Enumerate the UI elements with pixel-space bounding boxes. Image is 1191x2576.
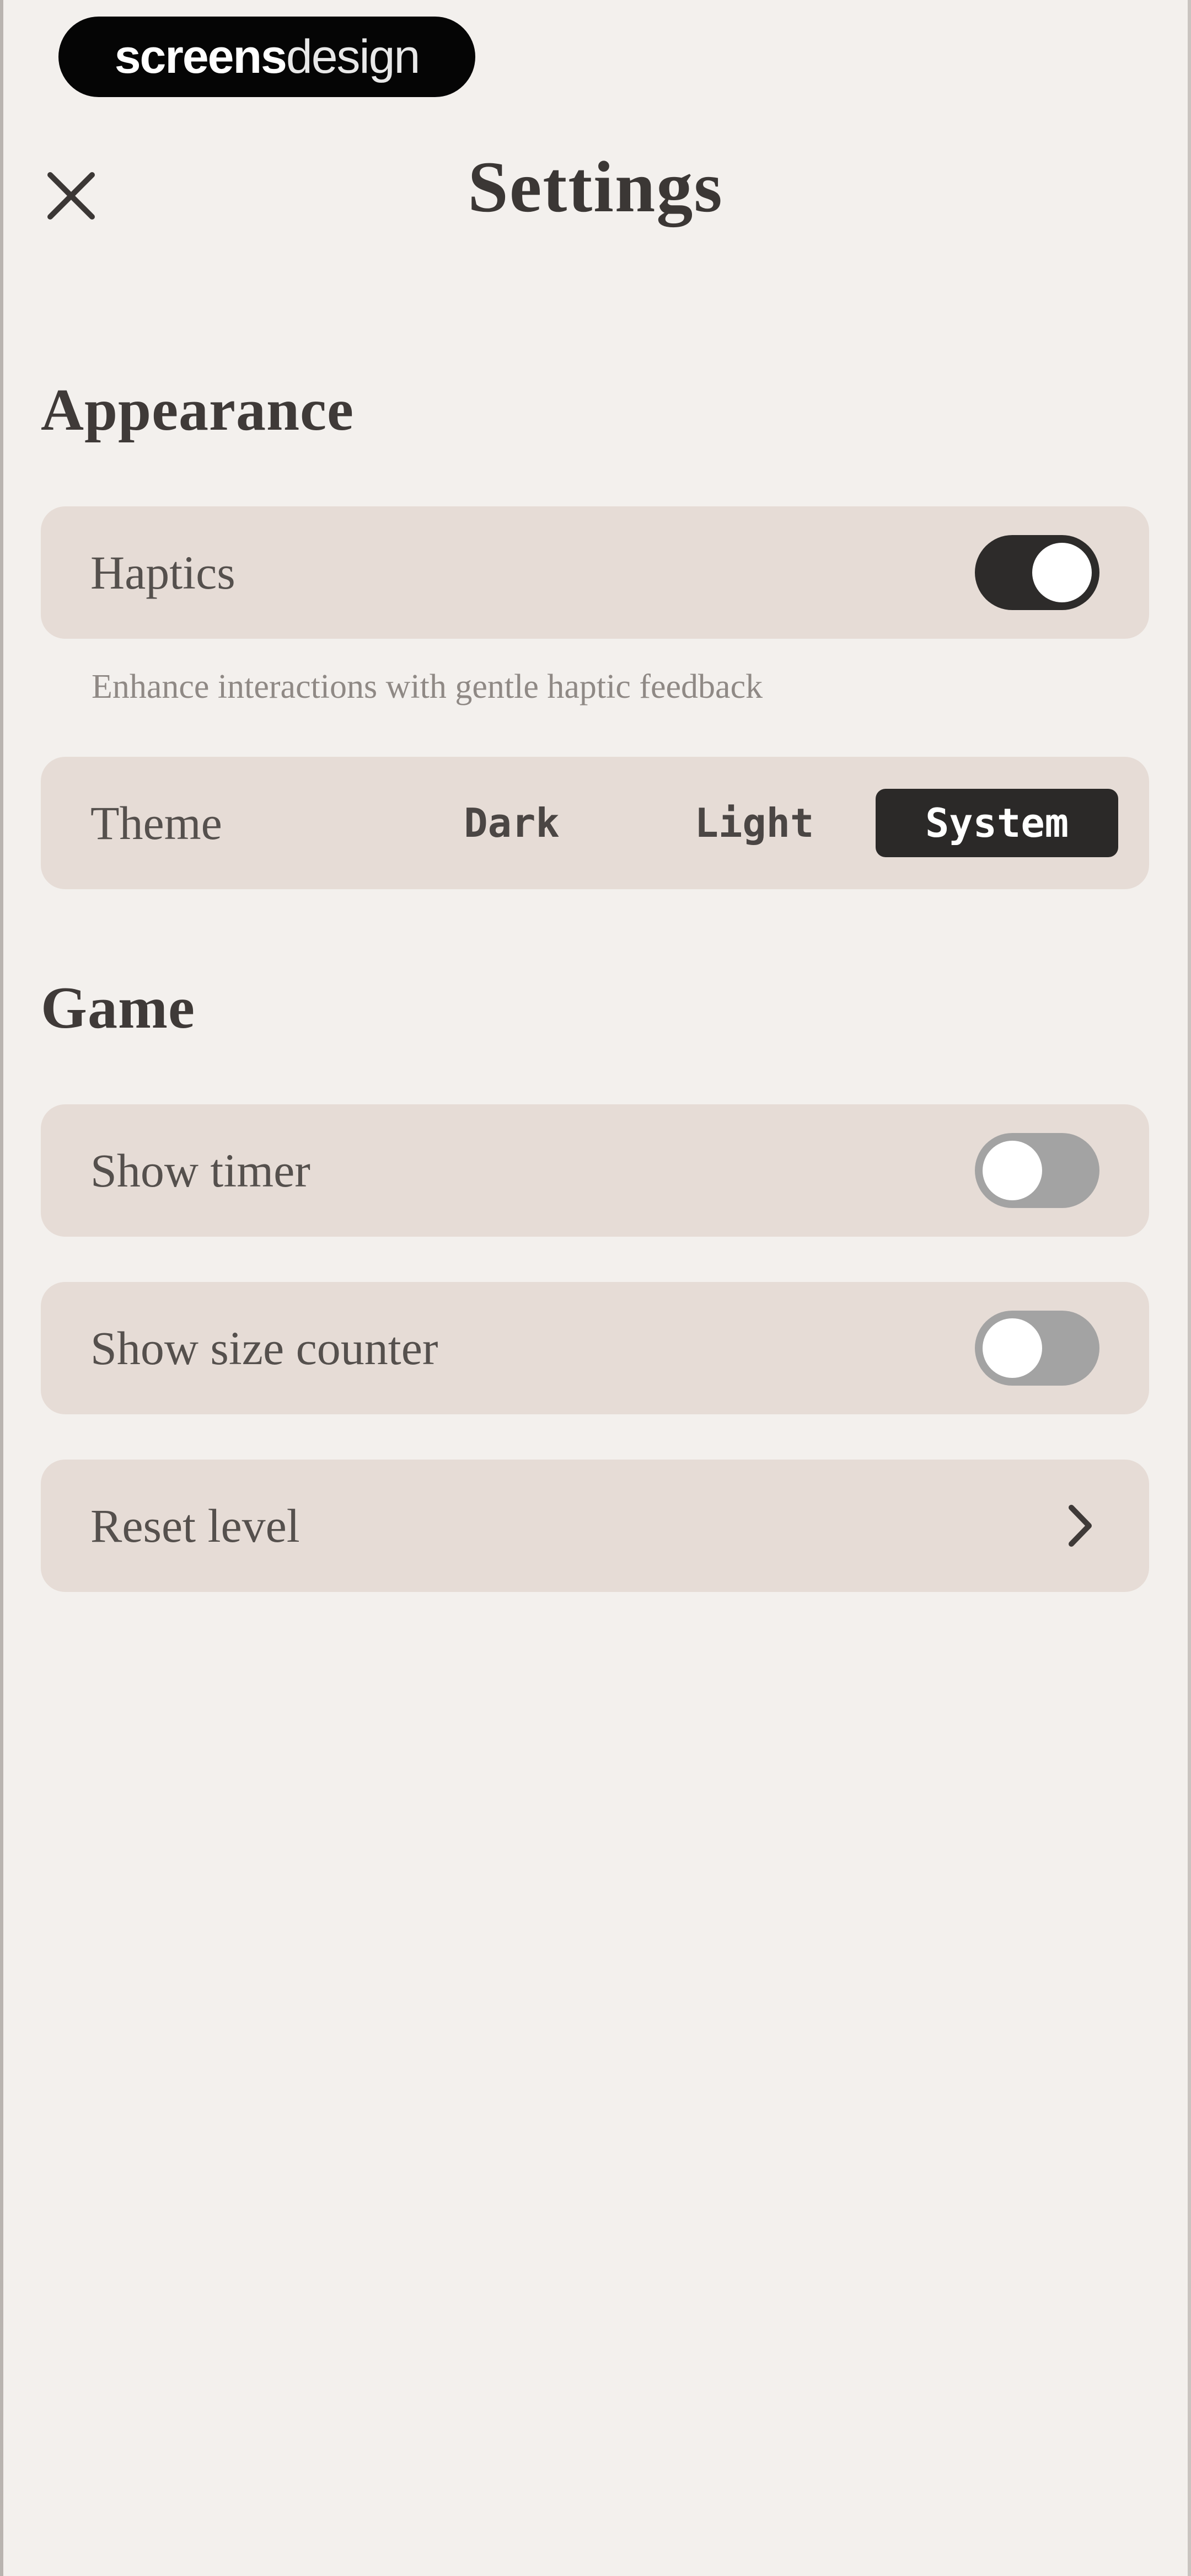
screensdesign-watermark: screens design <box>58 17 475 97</box>
page-title: Settings <box>468 146 723 227</box>
haptics-hint: Enhance interactions with gentle haptic … <box>92 668 763 706</box>
haptics-toggle[interactable] <box>975 535 1099 610</box>
theme-option-light[interactable]: Light <box>633 789 876 857</box>
toggle-knob <box>983 1318 1042 1378</box>
watermark-part-1: screens <box>114 30 287 83</box>
toggle-knob <box>983 1141 1042 1200</box>
show-timer-label: Show timer <box>90 1144 310 1197</box>
show-timer-toggle[interactable] <box>975 1133 1099 1208</box>
section-title-game: Game <box>41 975 195 1041</box>
section-title-appearance: Appearance <box>41 377 354 443</box>
chevron-right-icon <box>1061 1498 1099 1553</box>
theme-segmented-control: Dark Light System <box>390 789 1118 857</box>
frame-edge <box>0 0 3 2576</box>
toggle-knob <box>1032 543 1092 602</box>
show-size-counter-row[interactable]: Show size counter <box>41 1282 1149 1414</box>
theme-option-dark[interactable]: Dark <box>390 789 633 857</box>
theme-row: Theme Dark Light System <box>41 757 1149 889</box>
reset-level-row[interactable]: Reset level <box>41 1460 1149 1592</box>
haptics-label: Haptics <box>90 546 235 599</box>
show-size-counter-toggle[interactable] <box>975 1311 1099 1386</box>
theme-label: Theme <box>90 797 222 849</box>
show-size-counter-label: Show size counter <box>90 1322 438 1375</box>
reset-level-label: Reset level <box>90 1499 300 1552</box>
frame-edge <box>1188 0 1191 2576</box>
watermark-part-2: design <box>286 30 420 83</box>
show-timer-row[interactable]: Show timer <box>41 1104 1149 1237</box>
theme-option-system[interactable]: System <box>876 789 1118 857</box>
haptics-row[interactable]: Haptics <box>41 506 1149 639</box>
